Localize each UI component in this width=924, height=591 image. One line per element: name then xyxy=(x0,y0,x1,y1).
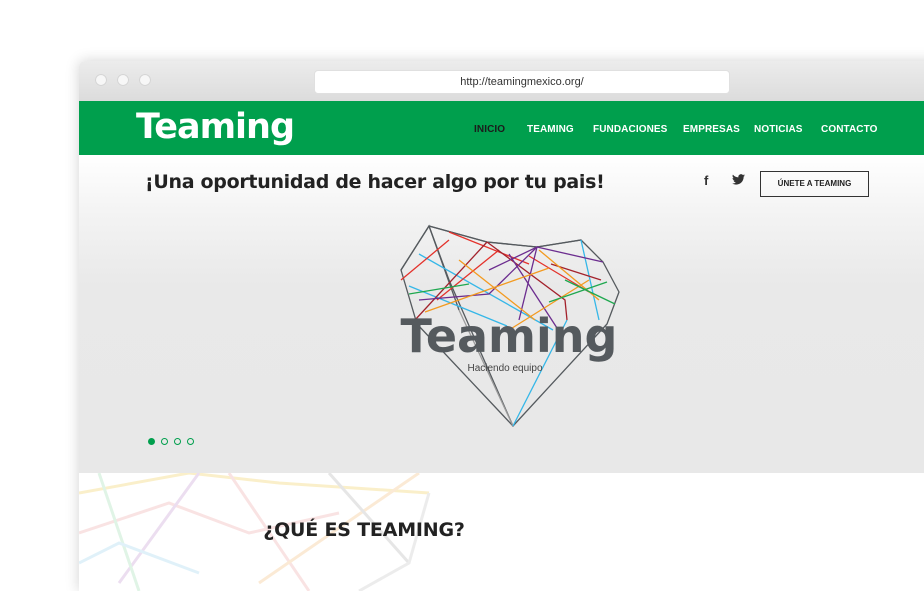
slider-dot-3[interactable] xyxy=(174,438,181,445)
teaming-heart-logo: Teaming Haciendo equipo xyxy=(400,224,620,427)
window-minimize-dot[interactable] xyxy=(117,74,129,86)
join-teaming-button[interactable]: ÚNETE A TEAMING xyxy=(760,171,869,197)
section-title: ¿QUÉ ES TEAMING? xyxy=(263,519,465,541)
browser-window: http://teamingmexico.org/ Teaming INICIO… xyxy=(79,61,924,591)
nav-fundaciones[interactable]: FUNDACIONES xyxy=(593,124,667,135)
site-logo[interactable]: Teaming xyxy=(136,107,295,147)
window-close-dot[interactable] xyxy=(95,74,107,86)
nav-teaming[interactable]: TEAMING xyxy=(527,124,574,135)
site-navbar: Teaming INICIO TEAMING FUNDACIONES EMPRE… xyxy=(79,101,924,155)
facebook-icon[interactable]: f xyxy=(704,173,708,188)
slider-dot-4[interactable] xyxy=(187,438,194,445)
window-maximize-dot[interactable] xyxy=(139,74,151,86)
address-bar[interactable]: http://teamingmexico.org/ xyxy=(314,70,730,94)
nav-noticias[interactable]: NOTICIAS xyxy=(754,124,803,135)
hero-logo-subtitle: Haciendo equipo xyxy=(467,363,542,374)
slider-dot-1[interactable] xyxy=(148,438,155,445)
nav-contacto[interactable]: CONTACTO xyxy=(821,124,878,135)
twitter-icon[interactable] xyxy=(732,173,745,188)
hero-slider: ¡Una oportunidad de hacer algo por tu pa… xyxy=(79,155,924,473)
hero-logo-title: Teaming xyxy=(401,309,618,363)
about-section: ¿QUÉ ES TEAMING? xyxy=(79,473,924,591)
hero-tagline: ¡Una oportunidad de hacer algo por tu pa… xyxy=(145,171,605,193)
browser-chrome: http://teamingmexico.org/ xyxy=(79,61,924,102)
nav-empresas[interactable]: EMPRESAS xyxy=(683,124,740,135)
nav-inicio[interactable]: INICIO xyxy=(474,124,505,135)
slider-dot-2[interactable] xyxy=(161,438,168,445)
